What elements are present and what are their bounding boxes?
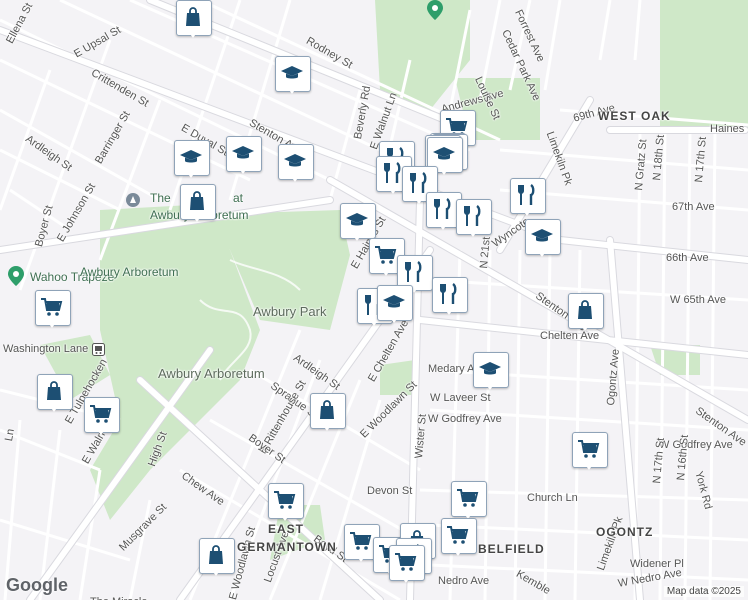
restaurant-marker[interactable] [426, 192, 462, 230]
marker-pointer [401, 576, 411, 583]
train-station-icon[interactable] [92, 343, 105, 356]
shopping-bag-marker[interactable] [176, 0, 212, 38]
place-label: EAST [268, 522, 305, 536]
marker-pointer [468, 230, 478, 237]
marker-pointer [414, 197, 424, 204]
place-label: GERMANTOWN [237, 540, 337, 554]
marker-pointer [485, 383, 495, 390]
shopping-cart-marker[interactable] [268, 483, 304, 521]
marker-pointer [389, 316, 399, 323]
graduation-cap-marker[interactable] [278, 144, 314, 182]
marker-pointer [537, 250, 547, 257]
restaurant-marker[interactable] [432, 277, 468, 315]
street-label: 67th Ave [672, 201, 715, 213]
place-label: WEST OAK [598, 109, 671, 123]
street-label: Haines [710, 123, 745, 135]
place-label: Washington Lane [3, 343, 89, 355]
street-label: 66th Ave [666, 252, 709, 264]
shopping-bag-marker[interactable] [37, 374, 73, 412]
marker-pointer [192, 215, 202, 222]
marker-pointer [211, 569, 221, 576]
arboretum-icon[interactable] [125, 192, 141, 208]
marker-pointer [388, 187, 398, 194]
place-label: Awbury Arboretum [80, 265, 179, 279]
marker-pointer [280, 514, 290, 521]
marker-pointer [238, 167, 248, 174]
place-label: The Miracle [90, 596, 147, 600]
marker-pointer [96, 428, 106, 435]
shopping-bag-marker[interactable] [199, 538, 235, 576]
marker-pointer [186, 171, 196, 178]
graduation-cap-marker[interactable] [473, 352, 509, 390]
place-label: BELFIELD [478, 542, 545, 556]
street-label: W Godfrey Ave [659, 439, 733, 451]
trapeze-pin-icon[interactable] [8, 266, 24, 286]
marker-pointer [381, 269, 391, 276]
marker-pointer [290, 175, 300, 182]
street-label: W Laveer St [430, 392, 491, 404]
map-attribution: Map data ©2025 [663, 586, 744, 597]
shopping-cart-marker[interactable] [451, 481, 487, 519]
google-logo: Google [6, 575, 68, 595]
shopping-bag-marker[interactable] [310, 393, 346, 431]
place-label: Awbury Park [253, 304, 327, 319]
marker-pointer [188, 31, 198, 38]
marker-pointer [444, 308, 454, 315]
street-label: Devon St [367, 485, 413, 497]
shopping-bag-marker[interactable] [180, 184, 216, 222]
marker-pointer [584, 463, 594, 470]
street-label: W 65th Ave [670, 294, 727, 306]
marker-pointer [522, 209, 532, 216]
street-label: Church Ln [527, 492, 578, 504]
graduation-cap-marker[interactable] [340, 203, 376, 241]
restaurant-marker[interactable] [456, 199, 492, 237]
marker-pointer [322, 424, 332, 431]
street-label: Nedro Ave [438, 575, 490, 587]
graduation-cap-marker[interactable] [377, 285, 413, 323]
graduation-cap-marker[interactable] [226, 136, 262, 174]
graduation-cap-marker[interactable] [174, 140, 210, 178]
street-label: W Godfrey Ave [428, 413, 502, 425]
place-label: OGONTZ [596, 525, 654, 539]
marker-pointer [356, 555, 366, 562]
map-canvas[interactable]: Ellena St E Upsal St Crittenden St Rodney S… [0, 0, 748, 600]
graduation-cap-marker[interactable] [275, 56, 311, 94]
location-pin-icon[interactable] [427, 0, 443, 20]
marker-pointer [49, 405, 59, 412]
marker-pointer [580, 324, 590, 331]
marker-pointer [453, 549, 463, 556]
marker-pointer [287, 87, 297, 94]
marker-pointer [47, 321, 57, 328]
shopping-cart-marker[interactable] [441, 518, 477, 556]
shopping-cart-marker[interactable] [572, 432, 608, 470]
shopping-cart-marker[interactable] [35, 290, 71, 328]
shopping-cart-marker[interactable] [84, 397, 120, 435]
place-label: Awbury Arboretum [158, 366, 265, 381]
marker-pointer [352, 234, 362, 241]
marker-pointer [438, 223, 448, 230]
shopping-bag-marker[interactable] [568, 293, 604, 331]
place-label: at [233, 191, 244, 205]
street-label: Ln [3, 427, 17, 443]
place-label: The [150, 191, 171, 205]
marker-pointer [439, 168, 449, 175]
restaurant-marker[interactable] [510, 178, 546, 216]
graduation-cap-marker[interactable] [525, 219, 561, 257]
street-label: Chelten Ave [540, 330, 600, 342]
shopping-cart-marker[interactable] [389, 545, 425, 583]
